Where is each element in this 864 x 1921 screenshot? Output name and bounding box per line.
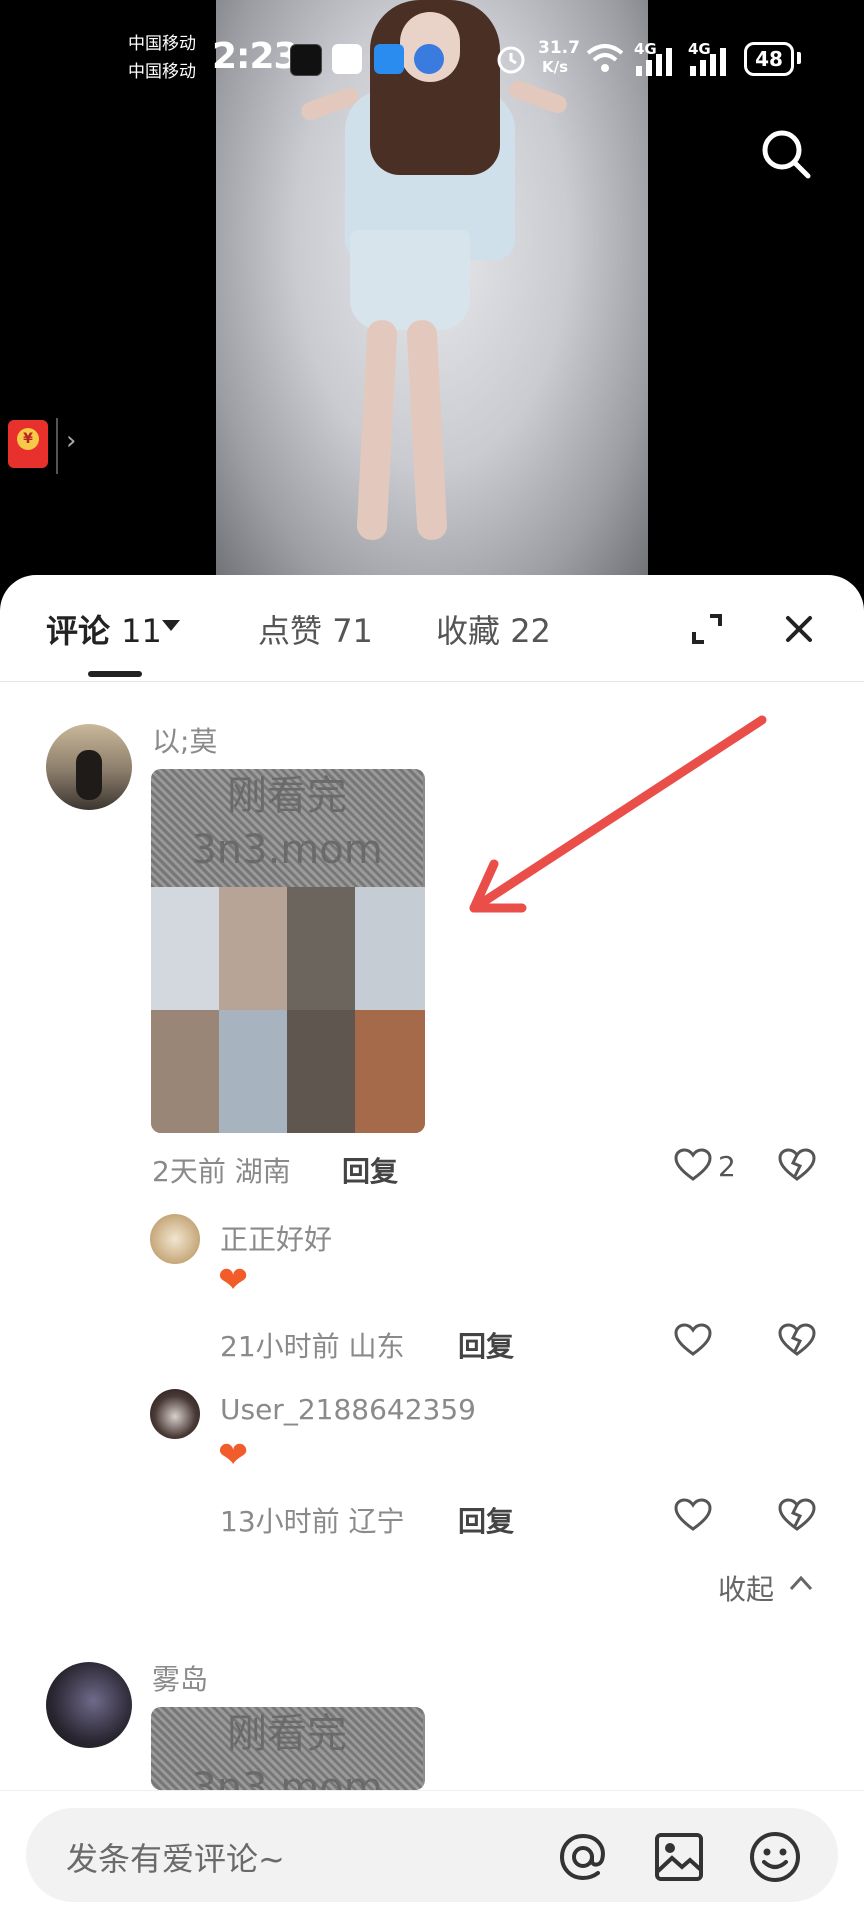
- comment-image[interactable]: 刚看完 3n3.mom: [151, 1707, 425, 1790]
- broken-heart-icon[interactable]: [778, 1323, 816, 1357]
- image-tile: [151, 887, 219, 1010]
- tab-favorites[interactable]: 收藏 22: [436, 606, 551, 652]
- red-packet-coin-icon: ¥: [17, 428, 39, 450]
- reply-button[interactable]: 回复: [458, 1500, 514, 1540]
- close-icon[interactable]: [784, 614, 814, 644]
- comment-meta: 21小时前 山东: [220, 1325, 405, 1365]
- watermark-line: 刚看完: [227, 1711, 347, 1757]
- heart-outline-icon[interactable]: [674, 1323, 712, 1357]
- tab-count: 11: [121, 612, 162, 650]
- watermark-line: 3n3.mom: [191, 1765, 383, 1790]
- heart-outline-icon[interactable]: [674, 1498, 712, 1532]
- image-icon[interactable]: [654, 1832, 704, 1882]
- comment-time: 21小时前: [220, 1330, 340, 1363]
- comment-location: 湖南: [234, 1155, 291, 1188]
- comment-time: 13小时前: [220, 1505, 340, 1538]
- avatar[interactable]: [150, 1214, 200, 1264]
- signal-icon: [636, 48, 672, 76]
- tab-underline: [88, 671, 142, 677]
- image-tile: [355, 1010, 425, 1133]
- tab-likes[interactable]: 点赞 71: [258, 606, 373, 652]
- mobile-app-icon: [332, 44, 362, 74]
- comment-input-placeholder[interactable]: 发条有爱评论~: [66, 1834, 285, 1880]
- avatar[interactable]: [46, 1662, 132, 1748]
- at-icon[interactable]: [556, 1830, 610, 1884]
- signal-icon: [690, 48, 726, 76]
- tab-count: 71: [332, 612, 373, 650]
- heart-emoji: ❤: [218, 1435, 249, 1476]
- comment-location: 山东: [348, 1330, 405, 1363]
- image-tile: [287, 887, 355, 1010]
- collapse-replies-button[interactable]: 收起: [718, 1568, 774, 1608]
- collapse-label: 收起: [718, 1573, 775, 1606]
- comment-time: 2天前: [152, 1155, 226, 1188]
- image-tile: [287, 1010, 355, 1133]
- tab-label: 点赞: [258, 612, 323, 650]
- alarm-icon: [497, 46, 525, 74]
- net-speed-value: 31.7: [538, 38, 580, 58]
- image-tile: [355, 887, 425, 1010]
- reply-button[interactable]: 回复: [458, 1325, 514, 1365]
- comment-location: 辽宁: [348, 1505, 405, 1538]
- comment-username[interactable]: 雾岛: [152, 1658, 208, 1698]
- divider: [0, 681, 864, 682]
- comment-meta: 13小时前 辽宁: [220, 1500, 405, 1540]
- carrier-label: 中国移动: [128, 34, 196, 54]
- status-bar: 中国移动 中国移动 2:23 31.7 K/s 4G 4G 48: [0, 0, 864, 120]
- net-speed-unit: K/s: [542, 58, 569, 76]
- tab-label: 收藏: [436, 612, 501, 650]
- annotation-arrow: [469, 715, 767, 913]
- caret-down-icon[interactable]: [160, 618, 182, 634]
- tiktok-icon: [290, 44, 322, 76]
- reply-username[interactable]: User_2188642359: [220, 1393, 476, 1426]
- avatar-figure: [76, 750, 102, 800]
- browser-icon: [414, 44, 444, 74]
- chevron-right-icon[interactable]: ›: [66, 426, 76, 456]
- battery-tip: [797, 52, 801, 64]
- reply-username[interactable]: 正正好好: [220, 1218, 332, 1258]
- emoji-icon[interactable]: [748, 1830, 802, 1884]
- heart-outline-icon[interactable]: [674, 1148, 712, 1182]
- comment-image[interactable]: 刚看完 3n3.mom: [151, 769, 425, 1133]
- battery-indicator: 48: [744, 42, 794, 76]
- tab-count: 22: [510, 612, 551, 650]
- chevron-up-icon[interactable]: [788, 1574, 814, 1592]
- image-tile: [151, 1010, 219, 1133]
- tab-label: 评论: [46, 612, 111, 650]
- avatar[interactable]: [46, 724, 132, 810]
- comment-meta: 2天前 湖南: [152, 1150, 291, 1190]
- heart-emoji: ❤: [218, 1260, 249, 1301]
- image-tile: [219, 1010, 287, 1133]
- reply-button[interactable]: 回复: [342, 1150, 398, 1190]
- carrier-label: 中国移动: [128, 62, 196, 82]
- watermark-line: 3n3.mom: [191, 827, 383, 873]
- avatar[interactable]: [150, 1389, 200, 1439]
- broken-heart-icon[interactable]: [778, 1148, 816, 1182]
- status-time: 2:23: [212, 36, 299, 77]
- tab-comments[interactable]: 评论 11: [46, 606, 162, 652]
- video-figure-skirt: [350, 230, 470, 330]
- expand-icon[interactable]: [690, 612, 724, 646]
- divider: [56, 418, 58, 474]
- message-icon: [374, 44, 404, 74]
- broken-heart-icon[interactable]: [778, 1498, 816, 1532]
- comment-username[interactable]: 以;莫: [152, 720, 217, 760]
- search-icon[interactable]: [760, 128, 812, 180]
- wifi-icon: [586, 44, 624, 72]
- watermark-line: 刚看完: [227, 773, 347, 819]
- image-watermark: 刚看完 3n3.mom: [151, 769, 423, 887]
- image-watermark: 刚看完 3n3.mom: [151, 1707, 423, 1790]
- image-tile: [219, 887, 287, 1010]
- like-count: 2: [718, 1150, 736, 1183]
